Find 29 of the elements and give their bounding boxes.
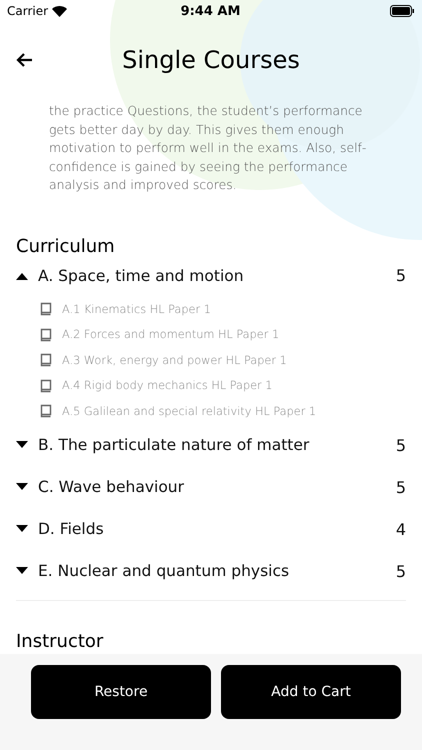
book-icon — [40, 404, 52, 418]
battery-icon — [390, 5, 414, 17]
caret-up-icon — [16, 272, 28, 280]
caret-down-icon — [16, 525, 28, 533]
lesson-item[interactable]: A.5 Galilean and special relativity HL Paper 1 — [0, 398, 422, 424]
book-icon — [40, 328, 52, 342]
back-button[interactable] — [16, 51, 34, 69]
status-time: 9:44 AM — [180, 4, 240, 18]
add-to-cart-button[interactable]: Add to Cart — [221, 665, 401, 719]
carrier-label: Carrier — [7, 4, 48, 18]
lesson-item[interactable]: A.3 Work, energy and power HL Paper 1 — [0, 348, 422, 373]
book-icon — [40, 378, 52, 393]
course-description: the practice Questions, the student’s performance gets better day by day. This gives them enough motivation to perform well in the exams. Also, self-confidence is gained by seeing the performance analysis and improved scores. — [49, 102, 368, 194]
curriculum-section[interactable]: B. The particulate nature of matter 5 — [0, 424, 422, 466]
lesson-item[interactable]: A.4 Rigid body mechanics HL Paper 1 — [0, 373, 422, 398]
lesson-item[interactable]: A.1 Kinematics HL Paper 1 — [0, 296, 422, 322]
curriculum-section[interactable]: D. Fields 4 — [0, 508, 422, 550]
caret-down-icon — [16, 567, 28, 575]
caret-down-icon — [16, 441, 28, 449]
curriculum-section[interactable]: E. Nuclear and quantum physics 5 — [0, 550, 422, 592]
section-heading: Instructor — [16, 631, 104, 652]
curriculum-section[interactable]: C. Wave behaviour 5 — [0, 466, 422, 508]
lesson-item[interactable]: A.2 Forces and momentum HL Paper 1 — [0, 322, 422, 348]
caret-down-icon — [16, 483, 28, 491]
wifi-icon — [52, 6, 68, 16]
page-title: Single Courses — [122, 46, 300, 74]
book-icon — [40, 353, 52, 368]
restore-button[interactable]: Restore — [31, 665, 211, 719]
book-icon — [40, 302, 52, 316]
